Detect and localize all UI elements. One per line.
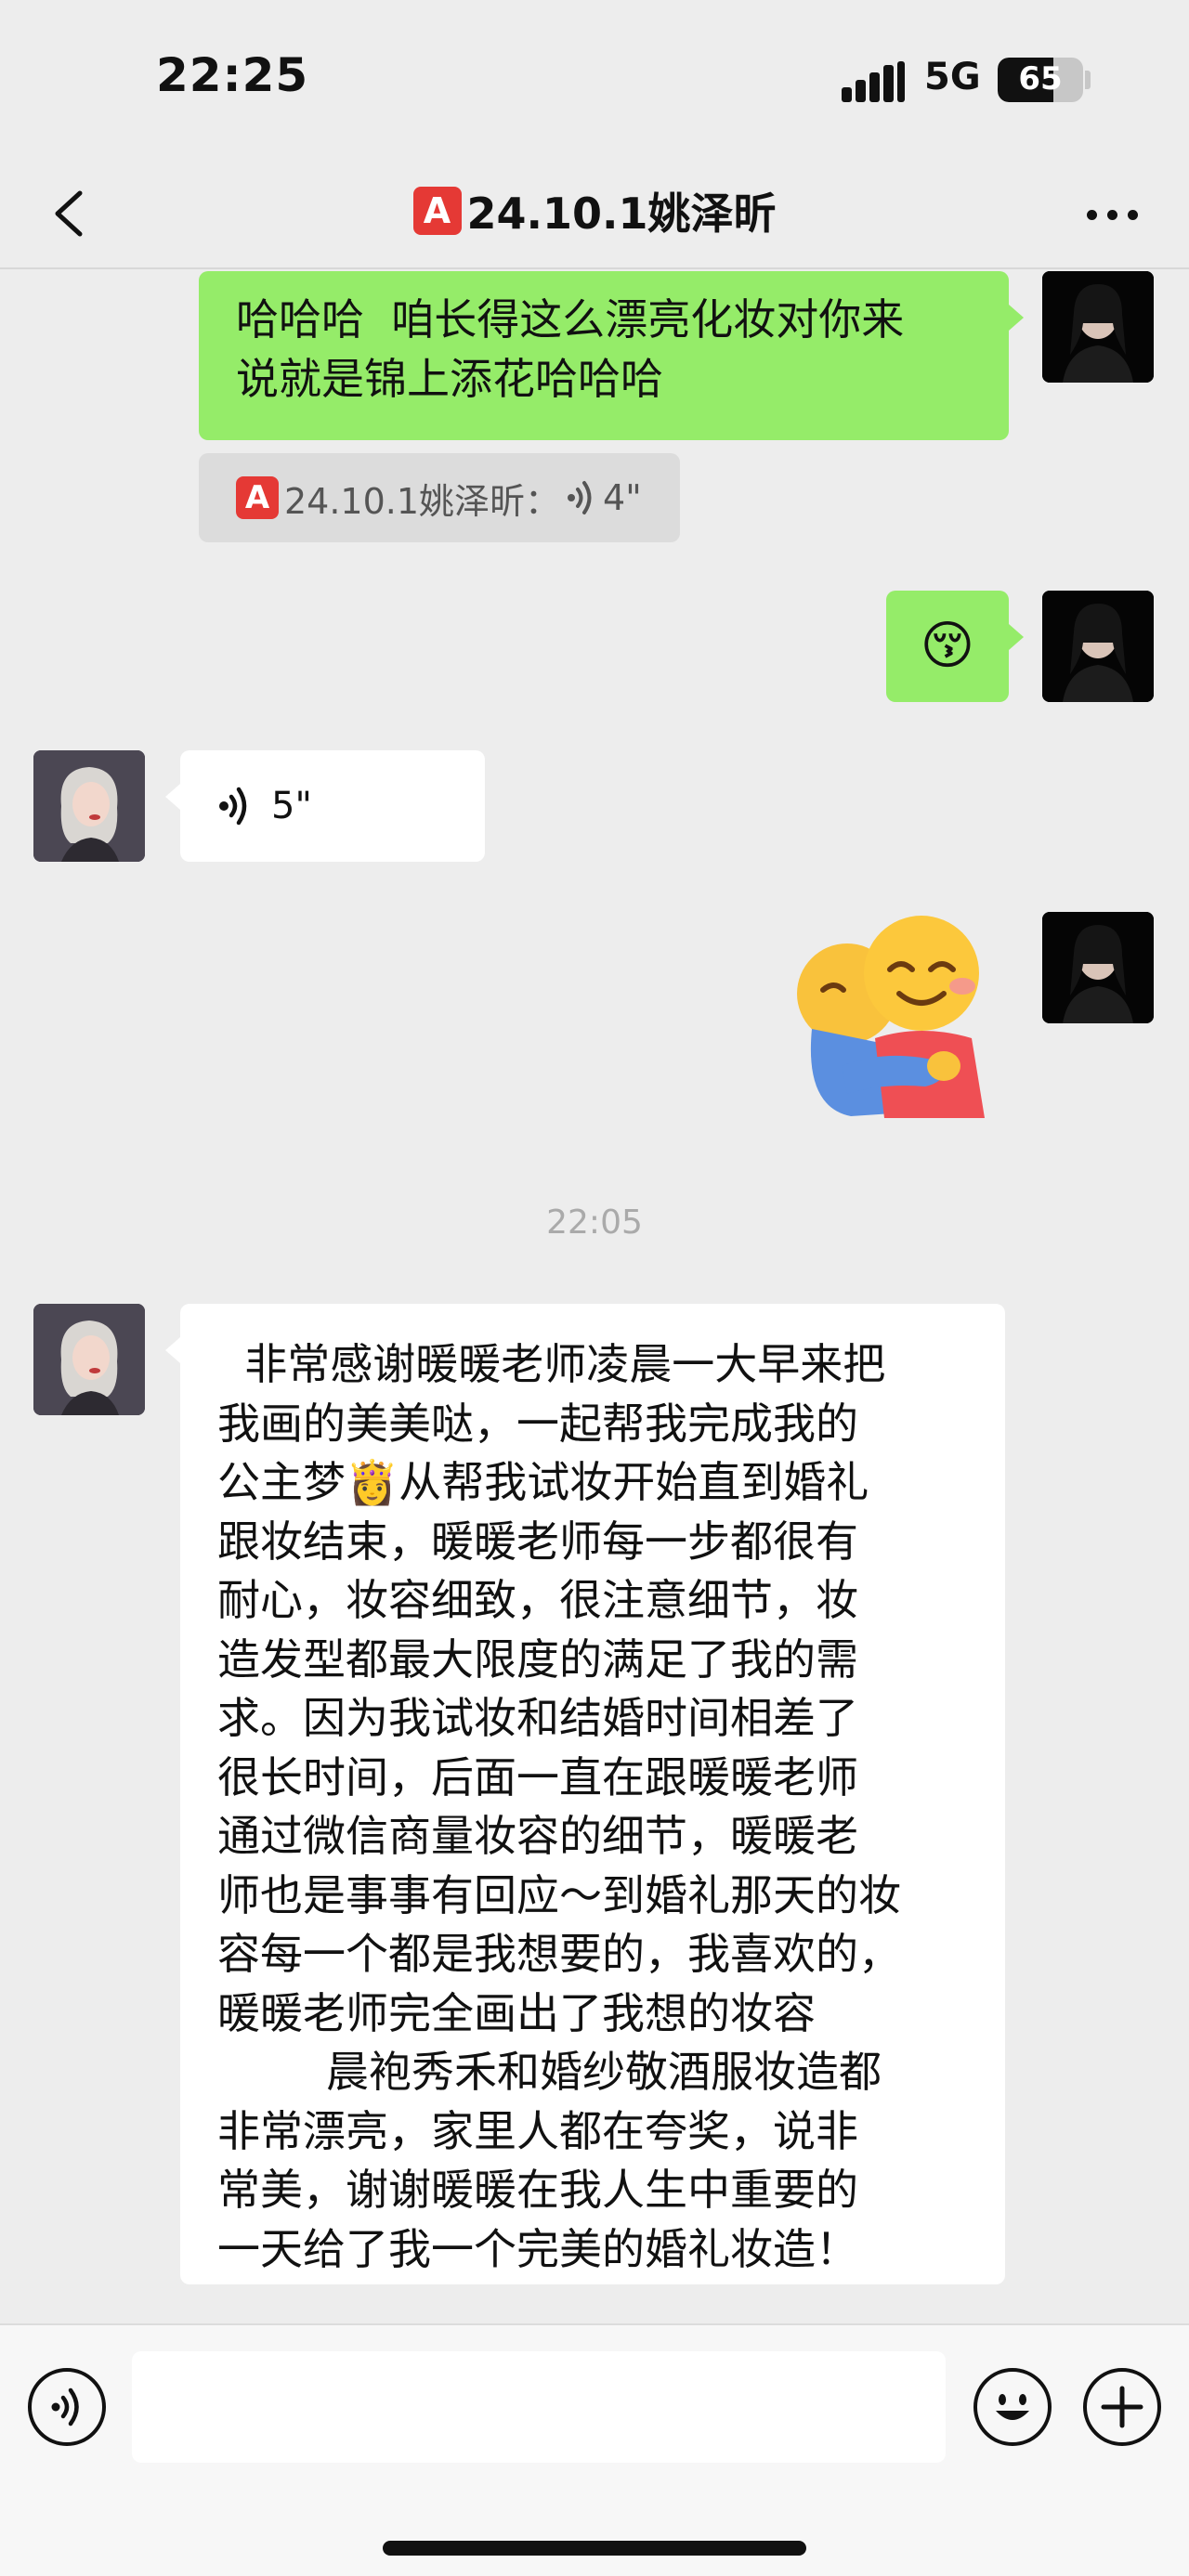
plus-icon[interactable] bbox=[1083, 2368, 1161, 2446]
long-text-message[interactable]: 非常感谢暖暖老师凌晨一大早来把 我画的美美哒，一起帮我完成我的 公主梦👸从帮我试… bbox=[180, 1304, 1005, 2284]
battery-icon: 65 bbox=[998, 58, 1083, 102]
bubble-tail bbox=[1009, 624, 1024, 650]
more-dots-icon[interactable] bbox=[1083, 197, 1143, 234]
battery-level: 65 bbox=[1018, 60, 1063, 98]
voice-duration: 5" bbox=[271, 785, 312, 827]
bubble-tail bbox=[1009, 305, 1024, 331]
bubble-tail bbox=[165, 1337, 180, 1363]
contact-avatar[interactable] bbox=[33, 750, 145, 862]
status-bar: 22:25 5G 65 bbox=[0, 0, 1189, 158]
emoji-smile-icon[interactable] bbox=[973, 2368, 1052, 2446]
hug-sticker[interactable] bbox=[786, 908, 1003, 1125]
message-bubble-text[interactable]: 哈哈哈 咱长得这么漂亮化妆对你来 说就是锦上添花哈哈哈 bbox=[199, 271, 1009, 440]
my-avatar[interactable] bbox=[1042, 591, 1154, 702]
contact-avatar[interactable] bbox=[33, 1304, 145, 1415]
chat-area[interactable]: 哈哈哈 咱长得这么漂亮化妆对你来 说就是锦上添花哈哈哈 A 24.10.1姚泽昕… bbox=[0, 271, 1189, 2323]
signal-bars-icon bbox=[842, 61, 907, 102]
status-time: 22:25 bbox=[156, 48, 309, 102]
voice-mode-icon[interactable] bbox=[28, 2368, 106, 2446]
avatar-illustration-icon bbox=[33, 1304, 145, 1415]
quote-duration: 4" bbox=[603, 477, 642, 518]
message-input[interactable] bbox=[132, 2351, 946, 2463]
avatar-portrait-icon bbox=[1042, 271, 1154, 383]
voice-message[interactable]: 5" bbox=[180, 750, 485, 862]
chat-header: A 24.10.1姚泽昕 bbox=[0, 158, 1189, 269]
quote-badge: A bbox=[236, 476, 279, 519]
bubble-tail bbox=[165, 784, 180, 810]
quoted-voice-reply[interactable]: A 24.10.1姚泽昕： 4" bbox=[199, 453, 680, 542]
chat-title: A 24.10.1姚泽昕 bbox=[0, 180, 1189, 241]
avatar-illustration-icon bbox=[33, 750, 145, 862]
my-avatar[interactable] bbox=[1042, 912, 1154, 1023]
contact-badge: A bbox=[412, 187, 462, 235]
avatar-portrait-icon bbox=[1042, 912, 1154, 1023]
network-type: 5G bbox=[924, 56, 981, 98]
chat-title-text: 24.10.1姚泽昕 bbox=[466, 189, 777, 239]
battery-tip bbox=[1085, 71, 1091, 89]
quote-sender: 24.10.1姚泽昕： bbox=[284, 480, 561, 522]
avatar-portrait-icon bbox=[1042, 591, 1154, 702]
input-bar bbox=[0, 2323, 1189, 2576]
voice-wave-icon bbox=[568, 481, 592, 514]
home-indicator bbox=[383, 2541, 806, 2556]
voice-wave-icon bbox=[219, 787, 247, 826]
my-avatar[interactable] bbox=[1042, 271, 1154, 383]
emoji-message[interactable]: 😚 bbox=[886, 591, 1009, 702]
chat-timestamp: 22:05 bbox=[546, 1203, 643, 1242]
